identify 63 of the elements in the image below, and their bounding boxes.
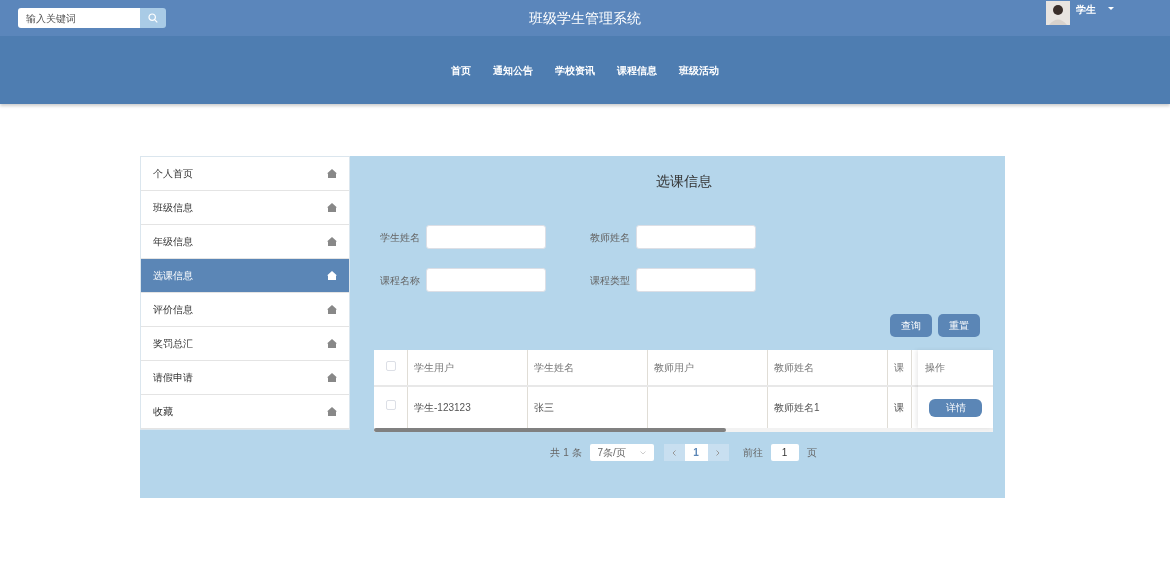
page-button[interactable]: 1 [684, 444, 708, 461]
home-icon [327, 305, 337, 314]
checkbox[interactable] [385, 361, 396, 371]
sidebar-item[interactable]: 班级信息 [141, 191, 349, 225]
avatar [1046, 1, 1070, 25]
column-header: 教师姓名 [774, 361, 814, 375]
goto-page-field[interactable]: 1 [770, 444, 799, 461]
search-icon [148, 13, 158, 23]
scrollbar[interactable] [374, 428, 726, 432]
sidebar-item[interactable]: 奖罚总汇 [141, 327, 349, 361]
nav-link[interactable]: 学校资讯 [555, 62, 595, 78]
table-cell-text: 张三 [534, 401, 554, 415]
action-button[interactable]: 重置 [938, 314, 980, 337]
table-cell-text: 课 [894, 401, 904, 415]
home-icon [327, 407, 337, 416]
table-cell-text: 教师姓名1 [774, 401, 820, 415]
home-icon [327, 237, 337, 246]
action-button[interactable]: 查询 [890, 314, 932, 337]
filter-label: 课程类型 [589, 273, 630, 288]
checkbox[interactable] [385, 400, 396, 410]
nav-link[interactable]: 班级活动 [679, 62, 719, 78]
sidebar-item[interactable]: 选课信息 [141, 259, 349, 293]
home-icon [327, 271, 337, 280]
nav-link[interactable]: 首页 [451, 62, 471, 78]
home-icon [327, 339, 337, 348]
nav-link[interactable]: 通知公告 [493, 62, 533, 78]
sidebar-item[interactable]: 个人首页 [141, 157, 349, 191]
sidebar-item[interactable]: 请假申请 [141, 361, 349, 395]
table-cell-text: 学生-123123 [414, 401, 471, 415]
search-field[interactable]: 输入关键词 [18, 8, 140, 28]
search-button[interactable] [140, 8, 166, 28]
filter-label: 课程名称 [379, 273, 420, 288]
caret-icon[interactable] [1108, 7, 1114, 11]
column-header: 学生用户 [414, 361, 454, 375]
filter-label: 学生姓名 [379, 230, 420, 245]
column-header: 教师用户 [654, 361, 694, 375]
panel-title: 选课信息 [654, 172, 713, 191]
filter-field[interactable] [426, 225, 546, 249]
page-size-select[interactable]: 7条/页 [589, 444, 654, 461]
chevron-down-icon [639, 450, 646, 455]
home-icon [327, 169, 337, 178]
filter-field[interactable] [636, 225, 756, 249]
details-button[interactable]: 详情 [929, 398, 982, 417]
column-header: 操作 [925, 361, 945, 375]
chevron-right-icon [716, 449, 721, 456]
next-page-button[interactable] [707, 444, 729, 461]
chevron-left-icon [672, 449, 677, 456]
page-suffix: 页 [806, 446, 817, 460]
filter-label: 教师姓名 [589, 230, 630, 245]
prev-page-button[interactable] [663, 444, 685, 461]
home-icon [327, 373, 337, 382]
user-name[interactable]: 学生 [1076, 2, 1096, 17]
nav-link[interactable]: 课程信息 [617, 62, 657, 78]
filter-field[interactable] [426, 268, 546, 292]
goto-label: 前往 [742, 446, 763, 460]
site-title: 班级学生管理系统 [529, 8, 641, 28]
sidebar-item[interactable]: 评价信息 [141, 293, 349, 327]
column-header: 学生姓名 [534, 361, 574, 375]
filter-field[interactable] [636, 268, 756, 292]
column-header: 课 [894, 361, 904, 375]
total-count: 共 1 条 [550, 446, 582, 460]
sidebar-item[interactable]: 收藏 [141, 395, 349, 429]
home-icon [327, 203, 337, 212]
